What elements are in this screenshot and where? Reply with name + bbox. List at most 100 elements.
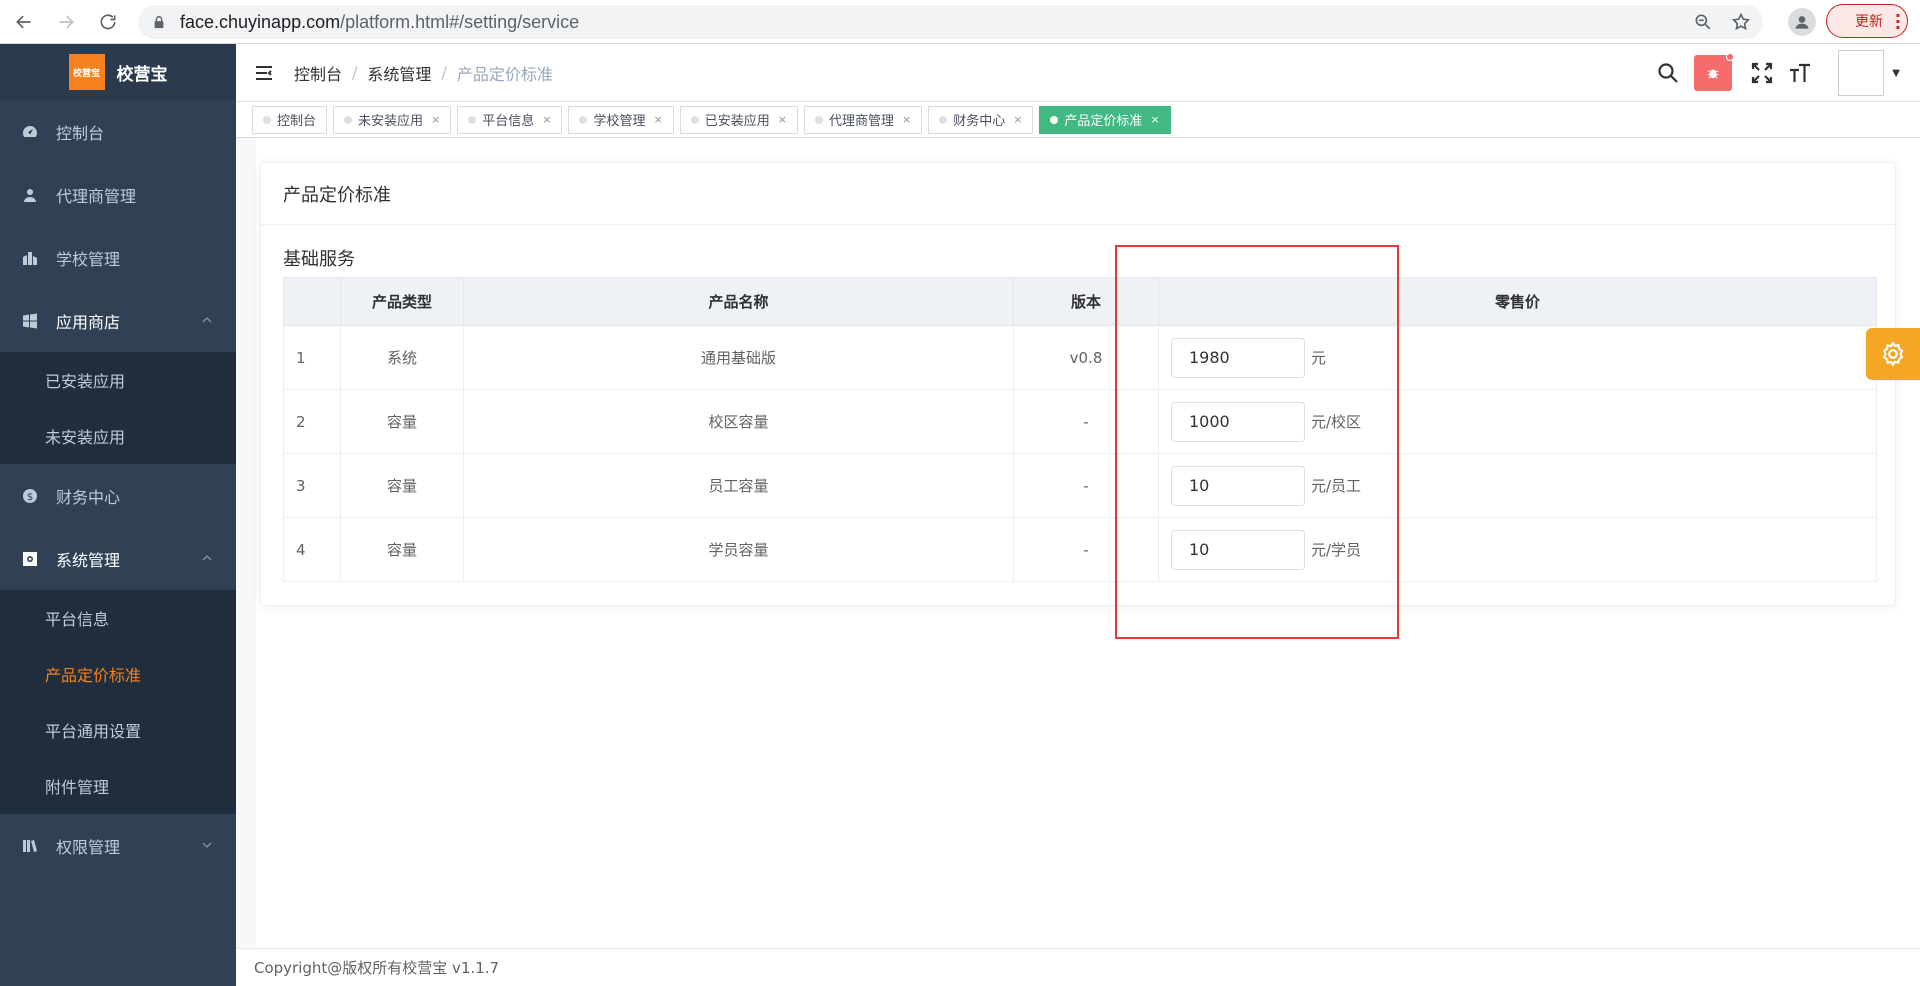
tag-uninstalled-apps[interactable]: 未安装应用 ×: [333, 105, 452, 134]
forward-icon[interactable]: [48, 4, 84, 40]
sidebar-item-label: 应用商店: [56, 312, 121, 332]
close-icon[interactable]: ×: [654, 113, 663, 126]
breadcrumb-dashboard[interactable]: 控制台: [294, 61, 342, 85]
price-cell: 10 元/员工: [1158, 453, 1877, 518]
tag-label: 控制台: [277, 114, 317, 129]
sidebar-item-dashboard[interactable]: 控制台: [0, 100, 236, 163]
breadcrumb-system[interactable]: 系统管理: [367, 61, 431, 85]
sidebar-item-pricing[interactable]: 产品定价标准: [0, 646, 236, 702]
avatar[interactable]: [1838, 50, 1885, 96]
close-icon[interactable]: ×: [778, 113, 787, 126]
tag-dot: [344, 115, 353, 124]
row-index: 1: [283, 325, 341, 390]
sidebar-item-label: 系统管理: [56, 550, 121, 570]
building-icon: [22, 250, 38, 266]
sidebar-item-system[interactable]: 系统管理: [0, 527, 236, 590]
sidebar-item-app-store[interactable]: 应用商店: [0, 289, 236, 352]
sidebar-item-agents[interactable]: 代理商管理: [0, 163, 236, 226]
breadcrumb-separator: /: [352, 63, 358, 82]
tag-finance[interactable]: 财务中心 ×: [928, 105, 1034, 134]
font-size-icon[interactable]: [1788, 61, 1812, 85]
product-version: -: [1013, 517, 1159, 582]
sidebar-item-label: 财务中心: [56, 487, 121, 507]
navbar: 控制台 / 系统管理 / 产品定价标准 ▼: [236, 44, 1920, 102]
product-type: 容量: [340, 517, 464, 582]
close-icon[interactable]: ×: [1150, 113, 1159, 126]
product-name: 校区容量: [463, 389, 1014, 454]
tag-schools[interactable]: 学校管理 ×: [568, 105, 674, 134]
sidebar-item-permissions[interactable]: 权限管理: [0, 814, 236, 877]
column-header: 产品类型: [340, 277, 464, 326]
price-input[interactable]: 10: [1171, 529, 1305, 570]
svg-text:$: $: [27, 492, 33, 503]
price-unit: 元: [1311, 349, 1327, 367]
notification-dot: [1726, 53, 1735, 61]
sidebar-item-uninstalled-apps[interactable]: 未安装应用: [0, 408, 236, 464]
tag-dot: [1050, 115, 1059, 124]
tag-platform-info[interactable]: 平台信息 ×: [457, 105, 563, 134]
system-submenu: 平台信息 产品定价标准 平台通用设置 附件管理: [0, 590, 236, 814]
sidebar-item-label: 控制台: [56, 123, 105, 143]
product-version: -: [1013, 453, 1159, 518]
table-row: 2 容量 校区容量 - 1000 元/校区: [283, 389, 1877, 454]
bug-icon[interactable]: [1694, 53, 1735, 91]
sidebar-item-installed-apps[interactable]: 已安装应用: [0, 352, 236, 408]
money-icon: $: [22, 488, 38, 504]
sidebar-item-label: 权限管理: [56, 837, 121, 857]
sidebar-item-finance[interactable]: $ 财务中心: [0, 464, 236, 527]
sidebar-item-platform-info[interactable]: 平台信息: [0, 590, 236, 646]
sidebar: 校营宝 校营宝 控制台 代理商管理 学校管理 应用商店 已安装应用 未安装应用 …: [0, 44, 236, 986]
price-unit: 元/员工: [1311, 477, 1362, 495]
table-header-row: 产品类型 产品名称 版本 零售价: [283, 277, 1877, 326]
back-icon[interactable]: [6, 4, 42, 40]
tag-dashboard[interactable]: 控制台: [252, 105, 328, 134]
close-icon[interactable]: ×: [1013, 113, 1022, 126]
profile-icon[interactable]: [1788, 8, 1816, 36]
breadcrumb: 控制台 / 系统管理 / 产品定价标准: [294, 61, 553, 85]
tag-pricing[interactable]: 产品定价标准 ×: [1039, 105, 1171, 134]
logo[interactable]: 校营宝 校营宝: [0, 44, 236, 100]
close-icon[interactable]: ×: [431, 113, 440, 126]
update-button[interactable]: 更新 · · ·: [1826, 4, 1908, 38]
footer: Copyright@版权所有校营宝 v1.1.7: [236, 948, 1920, 986]
tag-dot: [579, 115, 588, 124]
caret-down-icon[interactable]: ▼: [1892, 68, 1900, 79]
price-cell: 1980 元: [1158, 325, 1877, 390]
product-version: -: [1013, 389, 1159, 454]
gear-icon[interactable]: [1866, 328, 1920, 380]
zoom-icon[interactable]: [1693, 12, 1713, 32]
app-store-submenu: 已安装应用 未安装应用: [0, 352, 236, 464]
logo-text: 校营宝: [116, 64, 168, 85]
tag-dot: [468, 115, 477, 124]
sidebar-item-attachments[interactable]: 附件管理: [0, 758, 236, 814]
close-icon[interactable]: ×: [542, 113, 551, 126]
close-icon[interactable]: ×: [902, 113, 911, 126]
table-row: 4 容量 学员容量 - 10 元/学员: [283, 517, 1877, 582]
browser-toolbar: face.chuyinapp.com/platform.html#/settin…: [0, 0, 1920, 44]
price-input[interactable]: 1000: [1171, 401, 1305, 442]
fullscreen-icon[interactable]: [1750, 61, 1774, 85]
table-row: 3 容量 员工容量 - 10 元/员工: [283, 453, 1877, 518]
sidebar-item-schools[interactable]: 学校管理: [0, 226, 236, 289]
pricing-table: 产品类型 产品名称 版本 零售价 1 系统 通用基础版 v0.8 1980 元 2…: [283, 277, 1877, 582]
star-icon[interactable]: [1731, 12, 1751, 32]
row-index: 2: [283, 389, 341, 454]
reload-icon[interactable]: [90, 4, 126, 40]
hamburger-icon[interactable]: [254, 63, 274, 83]
price-input[interactable]: 1980: [1171, 337, 1305, 378]
address-bar[interactable]: face.chuyinapp.com/platform.html#/settin…: [138, 5, 1763, 39]
price-input[interactable]: 10: [1171, 465, 1305, 506]
product-type: 系统: [340, 325, 464, 390]
sidebar-item-platform-settings[interactable]: 平台通用设置: [0, 702, 236, 758]
logo-badge: 校营宝: [68, 54, 105, 90]
card-title: 产品定价标准: [261, 163, 1895, 225]
tag-label: 平台信息: [482, 114, 535, 129]
product-name: 学员容量: [463, 517, 1014, 582]
tag-installed-apps[interactable]: 已安装应用 ×: [679, 105, 798, 134]
search-icon[interactable]: [1656, 61, 1680, 85]
tag-agents[interactable]: 代理商管理 ×: [803, 105, 923, 134]
tag-label: 未安装应用: [358, 114, 424, 129]
tag-dot: [939, 115, 948, 124]
tag-label: 代理商管理: [828, 114, 894, 129]
windows-icon: [22, 313, 38, 329]
